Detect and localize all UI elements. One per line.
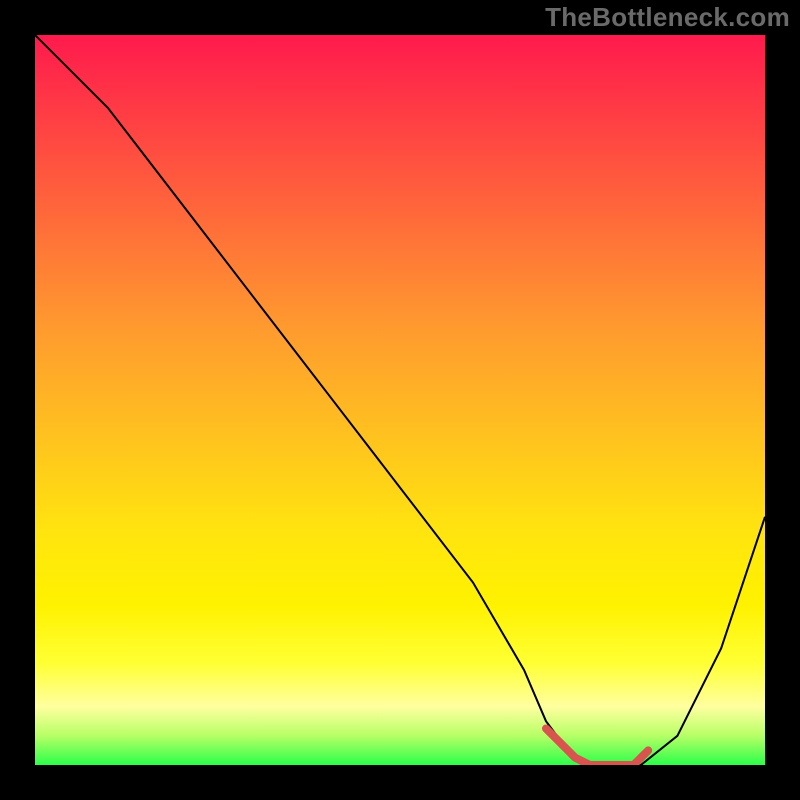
plot-area (35, 35, 765, 765)
chart-frame: TheBottleneck.com (0, 0, 800, 800)
optimal-range-highlight (546, 729, 648, 766)
curve-layer (35, 35, 765, 765)
watermark-text: TheBottleneck.com (545, 2, 790, 33)
bottleneck-curve (35, 35, 765, 765)
